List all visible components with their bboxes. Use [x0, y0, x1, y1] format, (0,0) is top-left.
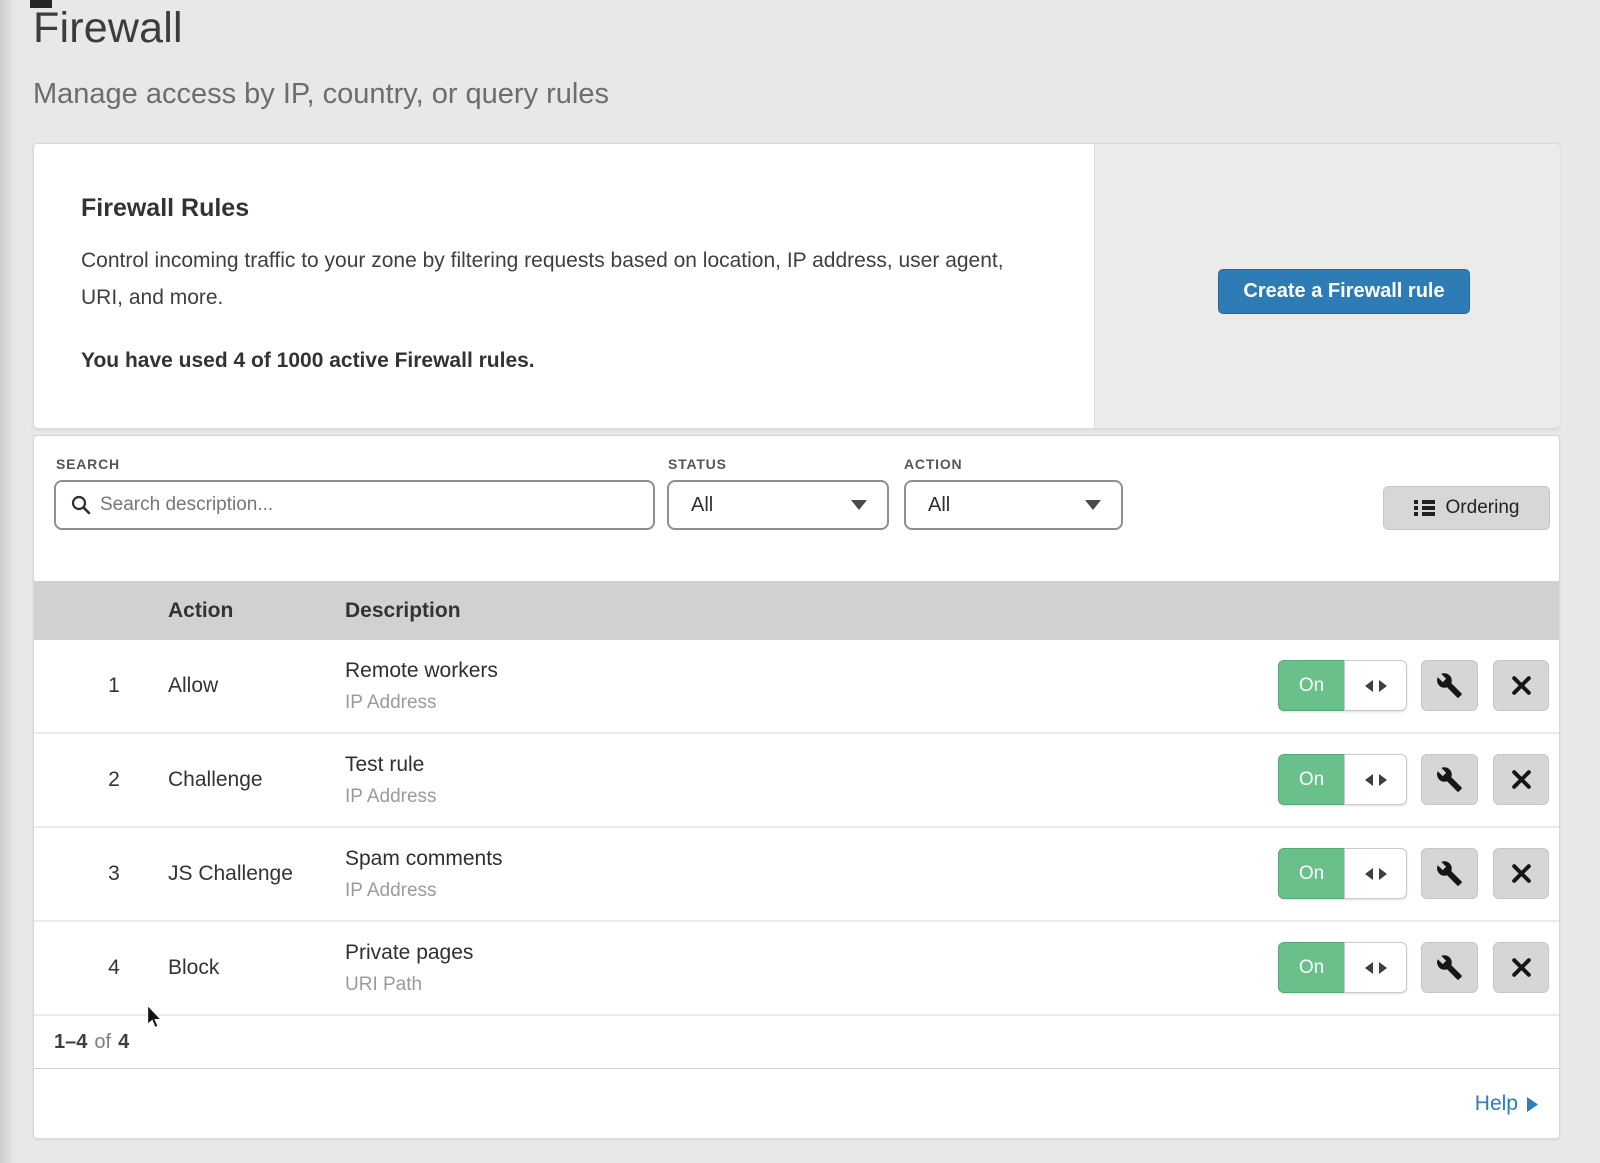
close-icon: [1510, 674, 1533, 697]
table-row: 3 JS Challenge Spam comments IP Address …: [34, 828, 1559, 922]
toggle-arrows-icon: [1364, 773, 1388, 787]
rule-type: IP Address: [345, 692, 498, 714]
ordering-button-label: Ordering: [1446, 497, 1520, 519]
rules-table-body: 1 Allow Remote workers IP Address On: [34, 640, 1559, 1016]
rule-priority: 1: [84, 640, 144, 732]
rule-description: Test rule: [345, 753, 437, 777]
rule-description: Remote workers: [345, 659, 498, 683]
rule-priority: 2: [84, 734, 144, 826]
rule-type: IP Address: [345, 786, 437, 808]
firewall-page: Firewall Manage access by IP, country, o…: [0, 0, 1600, 1163]
rule-description-cell: Spam comments IP Address: [345, 828, 503, 920]
delete-rule-button[interactable]: [1493, 848, 1549, 899]
close-icon: [1510, 862, 1533, 885]
chevron-right-icon: [1527, 1097, 1538, 1112]
ordering-button[interactable]: Ordering: [1383, 486, 1550, 530]
search-input[interactable]: [92, 494, 653, 516]
table-header: Action Description: [34, 581, 1559, 640]
search-input-wrapper: [54, 480, 655, 530]
help-link[interactable]: Help: [1475, 1092, 1538, 1116]
ordered-list-icon: [1414, 500, 1435, 516]
rule-description: Private pages: [345, 941, 473, 965]
chevron-down-icon: [1085, 500, 1101, 510]
filters-bar: SEARCH STATUS All ACTION All Orderin: [34, 436, 1559, 581]
delete-rule-button[interactable]: [1493, 660, 1549, 711]
rule-description-cell: Private pages URI Path: [345, 922, 473, 1014]
toggle-arrows-icon: [1364, 679, 1388, 693]
toggle-on-label[interactable]: On: [1278, 848, 1344, 899]
edit-rule-button[interactable]: [1421, 848, 1478, 899]
column-header-action: Action: [168, 581, 233, 640]
search-icon: [70, 494, 92, 516]
toggle-on-label[interactable]: On: [1278, 754, 1344, 805]
help-row: Help: [34, 1068, 1559, 1139]
status-label: STATUS: [668, 456, 727, 472]
table-row: 2 Challenge Test rule IP Address On: [34, 734, 1559, 828]
rule-description: Spam comments: [345, 847, 503, 871]
toggle-handle[interactable]: [1344, 660, 1407, 711]
table-row: 1 Allow Remote workers IP Address On: [34, 640, 1559, 734]
create-rule-panel: Create a Firewall rule: [1094, 144, 1560, 428]
toggle-handle[interactable]: [1344, 754, 1407, 805]
delete-rule-button[interactable]: [1493, 942, 1549, 993]
edit-rule-button[interactable]: [1421, 942, 1478, 993]
rule-enabled-toggle[interactable]: On: [1278, 942, 1407, 993]
edit-rule-button[interactable]: [1421, 660, 1478, 711]
rule-action: JS Challenge: [168, 828, 293, 920]
toggle-arrows-icon: [1364, 961, 1388, 975]
wrench-icon: [1436, 672, 1463, 699]
rule-action: Allow: [168, 640, 218, 732]
search-label: SEARCH: [56, 456, 120, 472]
wrench-icon: [1436, 860, 1463, 887]
pagination: 1–4 of 4: [34, 1016, 1559, 1068]
firewall-rules-card: Firewall Rules Control incoming traffic …: [33, 143, 1560, 429]
rule-description-cell: Test rule IP Address: [345, 734, 437, 826]
card-title: Firewall Rules: [81, 194, 249, 223]
left-edge-shadow: [0, 0, 14, 1163]
rule-type: IP Address: [345, 880, 503, 902]
wrench-icon: [1436, 954, 1463, 981]
close-icon: [1510, 956, 1533, 979]
rule-action: Challenge: [168, 734, 263, 826]
rule-priority: 3: [84, 828, 144, 920]
pagination-of: of: [94, 1031, 111, 1054]
create-firewall-rule-button[interactable]: Create a Firewall rule: [1218, 269, 1470, 314]
action-label: ACTION: [904, 456, 962, 472]
action-select-value: All: [928, 494, 950, 517]
toggle-on-label[interactable]: On: [1278, 942, 1344, 993]
rule-priority: 4: [84, 922, 144, 1014]
rule-action: Block: [168, 922, 219, 1014]
action-select[interactable]: All: [904, 480, 1123, 530]
wrench-icon: [1436, 766, 1463, 793]
toggle-handle[interactable]: [1344, 942, 1407, 993]
pagination-total: 4: [118, 1031, 129, 1054]
table-row: 4 Block Private pages URI Path On: [34, 922, 1559, 1016]
rule-description-cell: Remote workers IP Address: [345, 640, 498, 732]
chevron-down-icon: [851, 500, 867, 510]
toggle-arrows-icon: [1364, 867, 1388, 881]
close-icon: [1510, 768, 1533, 791]
pagination-range: 1–4: [54, 1031, 87, 1054]
status-select-value: All: [691, 494, 713, 517]
help-link-label: Help: [1475, 1092, 1518, 1116]
card-description: Control incoming traffic to your zone by…: [81, 242, 1026, 316]
rules-list-card: SEARCH STATUS All ACTION All Orderin: [33, 435, 1560, 1139]
toggle-handle[interactable]: [1344, 848, 1407, 899]
rule-type: URI Path: [345, 974, 473, 996]
page-subtitle: Manage access by IP, country, or query r…: [33, 78, 609, 111]
edit-rule-button[interactable]: [1421, 754, 1478, 805]
rule-enabled-toggle[interactable]: On: [1278, 660, 1407, 711]
delete-rule-button[interactable]: [1493, 754, 1549, 805]
rule-enabled-toggle[interactable]: On: [1278, 848, 1407, 899]
status-select[interactable]: All: [667, 480, 889, 530]
rule-enabled-toggle[interactable]: On: [1278, 754, 1407, 805]
page-title: Firewall: [33, 4, 183, 53]
toggle-on-label[interactable]: On: [1278, 660, 1344, 711]
column-header-description: Description: [345, 581, 461, 640]
usage-note: You have used 4 of 1000 active Firewall …: [81, 349, 535, 373]
